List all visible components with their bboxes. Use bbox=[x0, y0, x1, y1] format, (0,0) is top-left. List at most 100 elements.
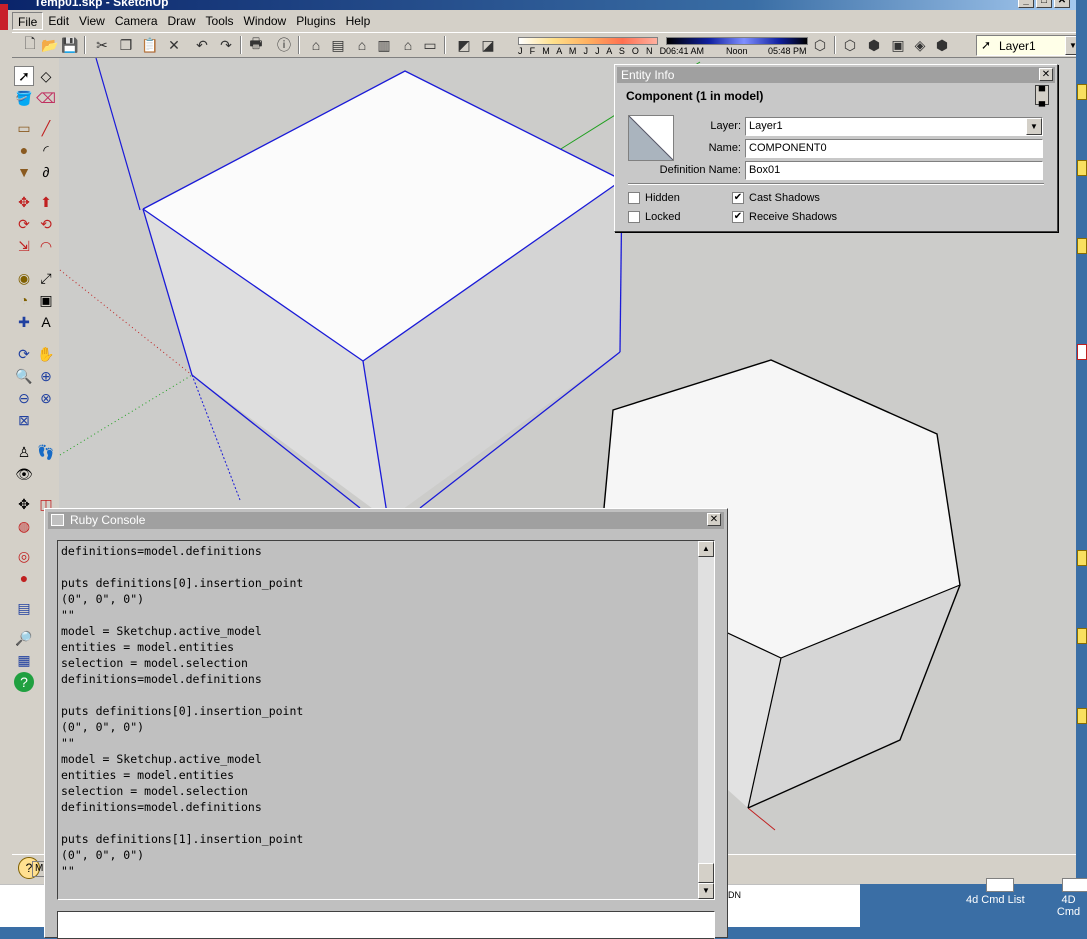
layer-dropdown[interactable]: Layer1 ▼ bbox=[745, 117, 1043, 136]
desktop-item-4d-cmd-list[interactable]: 4d Cmd List bbox=[966, 894, 1025, 906]
desktop-folder-icon[interactable] bbox=[1077, 160, 1087, 176]
ruby-console-output[interactable]: definitions=model.definitions puts defin… bbox=[57, 540, 715, 900]
scroll-thumb[interactable] bbox=[698, 863, 714, 883]
layer-select[interactable]: ➚ Layer1 ▼ bbox=[976, 35, 1082, 56]
hidden-checkbox[interactable]: Hidden bbox=[628, 192, 680, 204]
receive-shadows-checkbox-box[interactable]: ✔ bbox=[732, 211, 744, 223]
hidden-checkbox-box[interactable] bbox=[628, 192, 640, 204]
paste-icon[interactable]: 📋 bbox=[140, 35, 160, 55]
shadows-icon[interactable]: ◩ bbox=[454, 35, 474, 55]
menu-plugins[interactable]: Plugins bbox=[291, 12, 340, 30]
section-plane-icon[interactable]: ✥ bbox=[14, 494, 34, 514]
layers-icon[interactable]: ▤ bbox=[14, 598, 34, 618]
redo-icon[interactable]: ↷ bbox=[216, 35, 236, 55]
definition-name-field[interactable]: Box01 bbox=[745, 161, 1043, 180]
shadow-time-slider[interactable]: 06:41 AM Noon 05:48 PM bbox=[666, 35, 808, 57]
desktop-folder-icon[interactable] bbox=[1077, 238, 1087, 254]
push-pull-icon[interactable]: ⬆ bbox=[36, 192, 56, 212]
iso-view-icon[interactable]: ⌂ bbox=[306, 35, 326, 55]
model-info-icon[interactable]: ⓘ bbox=[274, 35, 294, 55]
line-icon[interactable]: ╱ bbox=[36, 118, 56, 138]
walk-icon[interactable]: 👣 bbox=[36, 442, 56, 462]
ruby-console-input[interactable] bbox=[57, 911, 715, 939]
locked-checkbox[interactable]: Locked bbox=[628, 211, 680, 223]
front-view-icon[interactable]: ⌂ bbox=[352, 35, 372, 55]
desktop-folder-icon[interactable] bbox=[1077, 550, 1087, 566]
print-icon[interactable]: 🖶 bbox=[246, 35, 266, 55]
back-view-icon[interactable]: ⌂ bbox=[398, 35, 418, 55]
shaded-icon[interactable]: ◈ bbox=[910, 35, 930, 55]
offset-icon[interactable]: ◠ bbox=[36, 236, 56, 256]
ruby-console-close-button[interactable]: ✕ bbox=[707, 513, 721, 526]
shadow-date-bar[interactable] bbox=[518, 37, 658, 45]
desktop-folder-icon[interactable] bbox=[1077, 628, 1087, 644]
paint-bucket-icon[interactable]: 🪣 bbox=[14, 88, 34, 108]
protractor-icon[interactable]: ◔ bbox=[14, 290, 34, 310]
image-icon[interactable]: ▦ bbox=[14, 650, 34, 670]
zoom-extents-icon[interactable]: ⊠ bbox=[14, 410, 34, 430]
zoom-window-icon[interactable]: ⊕ bbox=[36, 366, 56, 386]
menu-draw[interactable]: Draw bbox=[163, 12, 201, 30]
shadow-date-slider[interactable]: J F M A M J J A S O N D bbox=[518, 35, 666, 57]
locked-checkbox-box[interactable] bbox=[628, 211, 640, 223]
eraser-icon[interactable]: ⌫ bbox=[36, 88, 56, 108]
xray-icon[interactable]: ⬡ bbox=[810, 35, 830, 55]
new-icon[interactable]: 🗋 bbox=[20, 35, 40, 55]
back-edges-icon[interactable]: ⬡ bbox=[840, 35, 860, 55]
arc-icon[interactable]: ◜ bbox=[36, 140, 56, 160]
open-icon[interactable]: 📂 bbox=[40, 35, 60, 55]
wireframe-icon[interactable]: ⬢ bbox=[864, 35, 884, 55]
scroll-down-icon[interactable]: ▼ bbox=[698, 883, 714, 899]
chevron-down-icon[interactable]: ▼ bbox=[1026, 118, 1042, 135]
menu-window[interactable]: Window bbox=[239, 12, 292, 30]
text-icon[interactable]: ▣ bbox=[36, 290, 56, 310]
3d-text-icon[interactable]: A bbox=[36, 312, 56, 332]
console-scrollbar[interactable]: ▲ ▼ bbox=[698, 541, 714, 899]
next-view-icon[interactable]: ⊗ bbox=[36, 388, 56, 408]
right-view-icon[interactable]: ▥ bbox=[374, 35, 394, 55]
menu-help[interactable]: Help bbox=[341, 12, 376, 30]
desktop-folder-icon[interactable] bbox=[1077, 84, 1087, 100]
follow-me-icon[interactable]: ⟲ bbox=[36, 214, 56, 234]
undo-icon[interactable]: ↶ bbox=[192, 35, 212, 55]
cast-shadows-checkbox-box[interactable]: ✔ bbox=[732, 192, 744, 204]
menu-view[interactable]: View bbox=[74, 12, 110, 30]
dimension-icon[interactable]: ⤢ bbox=[36, 268, 56, 288]
cast-shadows-checkbox[interactable]: ✔ Cast Shadows bbox=[732, 192, 820, 204]
desktop-folder-icon[interactable] bbox=[1077, 708, 1087, 724]
collapse-icon[interactable]: ▀ ▄ bbox=[1035, 85, 1049, 106]
polygon-icon[interactable]: ▼ bbox=[14, 162, 34, 182]
section-cut-icon[interactable]: ◍ bbox=[14, 516, 34, 536]
cut-icon[interactable]: ✂ bbox=[92, 35, 112, 55]
erase-icon[interactable]: ✕ bbox=[164, 35, 184, 55]
hidden-line-icon[interactable]: ▣ bbox=[888, 35, 908, 55]
position-camera-icon[interactable]: ♙ bbox=[14, 442, 34, 462]
make-component-icon[interactable]: ◇ bbox=[36, 66, 56, 86]
tape-measure-icon[interactable]: ◉ bbox=[14, 268, 34, 288]
help-icon[interactable]: ? bbox=[14, 672, 34, 692]
rectangle-icon[interactable]: ▭ bbox=[14, 118, 34, 138]
desktop-shortcut-icon[interactable] bbox=[1062, 878, 1087, 892]
menu-camera[interactable]: Camera bbox=[110, 12, 163, 30]
left-view-icon[interactable]: ▭ bbox=[420, 35, 440, 55]
zoom-icon[interactable]: 🔍 bbox=[14, 366, 34, 386]
save-icon[interactable]: 💾 bbox=[60, 35, 80, 55]
circle-icon[interactable]: ● bbox=[14, 140, 34, 160]
look-around-icon[interactable]: 👁 bbox=[14, 464, 34, 484]
axes-icon[interactable]: ✚ bbox=[14, 312, 34, 332]
desktop-item-4d-cmd[interactable]: 4D Cmd bbox=[1050, 894, 1087, 918]
pan-icon[interactable]: ✋ bbox=[36, 344, 56, 364]
search-icon[interactable]: 🔎 bbox=[14, 628, 34, 648]
shaded-textures-icon[interactable]: ⬢ bbox=[932, 35, 952, 55]
select-tool-icon[interactable]: ➚ bbox=[14, 66, 34, 86]
desktop-shortcut-icon[interactable] bbox=[986, 878, 1014, 892]
menu-file[interactable]: File bbox=[12, 12, 44, 30]
minimize-button[interactable]: _ bbox=[1018, 0, 1034, 8]
move-icon[interactable]: ✥ bbox=[14, 192, 34, 212]
rotate-icon[interactable]: ⟳ bbox=[14, 214, 34, 234]
shadow-time-bar[interactable] bbox=[666, 37, 808, 45]
orbit-icon[interactable]: ⟳ bbox=[14, 344, 34, 364]
fog-icon[interactable]: ◪ bbox=[478, 35, 498, 55]
receive-shadows-checkbox[interactable]: ✔ Receive Shadows bbox=[732, 211, 837, 223]
top-view-icon[interactable]: ▤ bbox=[328, 35, 348, 55]
